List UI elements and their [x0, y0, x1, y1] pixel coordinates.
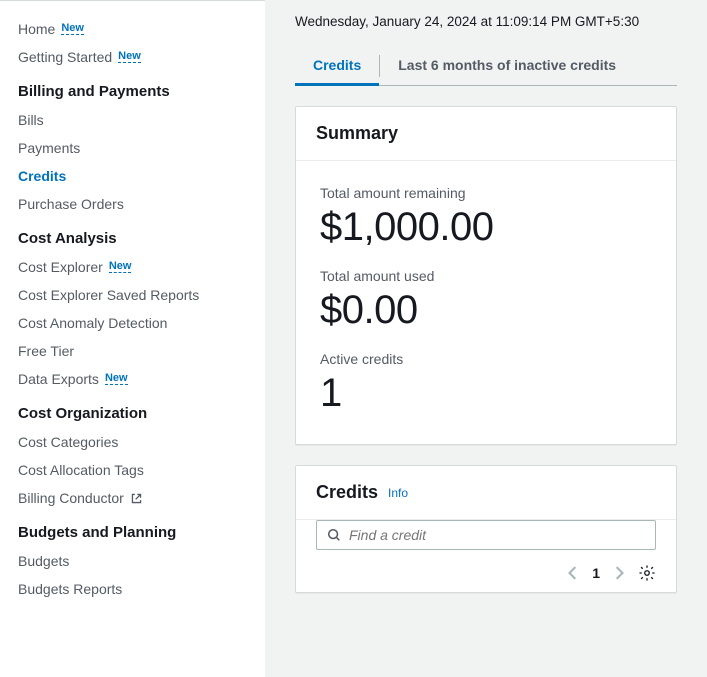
tab-credits[interactable]: Credits — [295, 47, 379, 85]
sidebar-item-payments[interactable]: Payments — [18, 134, 247, 162]
sidebar-item-cost-allocation-tags[interactable]: Cost Allocation Tags — [18, 456, 247, 484]
sidebar-item-label: Free Tier — [18, 343, 74, 359]
summary-body: Total amount remaining $1,000.00 Total a… — [296, 161, 676, 444]
sidebar-item-label: Budgets Reports — [18, 581, 122, 597]
sidebar-item-label: Home — [18, 21, 55, 37]
sidebar-item-home[interactable]: Home New — [18, 15, 247, 43]
sidebar-item-label: Cost Explorer Saved Reports — [18, 287, 199, 303]
used-label: Total amount used — [320, 268, 652, 284]
sidebar-item-budgets-reports[interactable]: Budgets Reports — [18, 575, 247, 603]
credits-search[interactable] — [316, 520, 656, 550]
gear-icon — [638, 564, 656, 582]
sidebar-item-billing-conductor[interactable]: Billing Conductor — [18, 484, 247, 512]
credits-card: Credits Info 1 — [295, 465, 677, 593]
tab-inactive-credits[interactable]: Last 6 months of inactive credits — [380, 47, 634, 85]
sidebar-item-bills[interactable]: Bills — [18, 106, 247, 134]
sidebar-section-budgets: Budgets and Planning — [18, 512, 247, 547]
sidebar-item-label: Cost Categories — [18, 434, 118, 450]
sidebar-item-label: Bills — [18, 112, 44, 128]
next-page-icon[interactable] — [614, 566, 624, 580]
sidebar-item-free-tier[interactable]: Free Tier — [18, 337, 247, 365]
summary-title: Summary — [296, 107, 676, 161]
settings-button[interactable] — [638, 564, 656, 582]
sidebar-item-label: Cost Allocation Tags — [18, 462, 144, 478]
sidebar-item-label: Getting Started — [18, 49, 112, 65]
sidebar-item-getting-started[interactable]: Getting Started New — [18, 43, 247, 71]
sidebar-item-budgets[interactable]: Budgets — [18, 547, 247, 575]
sidebar-item-credits[interactable]: Credits — [18, 162, 247, 190]
page-timestamp: Wednesday, January 24, 2024 at 11:09:14 … — [283, 0, 689, 47]
sidebar: Home New Getting Started New Billing and… — [0, 0, 265, 677]
sidebar-item-label: Billing Conductor — [18, 490, 124, 506]
sidebar-item-label: Credits — [18, 168, 66, 184]
sidebar-item-label: Payments — [18, 140, 80, 156]
credits-title: Credits — [316, 482, 378, 503]
external-link-icon — [130, 492, 143, 505]
sidebar-item-cost-explorer[interactable]: Cost Explorer New — [18, 253, 247, 281]
info-link[interactable]: Info — [388, 486, 408, 500]
credits-search-input[interactable] — [349, 527, 645, 543]
prev-page-icon[interactable] — [568, 566, 578, 580]
sidebar-section-cost-org: Cost Organization — [18, 393, 247, 428]
page-number: 1 — [592, 565, 600, 581]
sidebar-item-cost-explorer-saved[interactable]: Cost Explorer Saved Reports — [18, 281, 247, 309]
search-icon — [327, 528, 341, 542]
sidebar-item-label: Cost Explorer — [18, 259, 103, 275]
active-label: Active credits — [320, 351, 652, 367]
new-badge: New — [109, 261, 132, 273]
sidebar-item-purchase-orders[interactable]: Purchase Orders — [18, 190, 247, 218]
pager: 1 — [296, 550, 676, 592]
sidebar-item-label: Cost Anomaly Detection — [18, 315, 167, 331]
sidebar-item-cost-categories[interactable]: Cost Categories — [18, 428, 247, 456]
used-value: $0.00 — [320, 288, 652, 333]
sidebar-item-label: Budgets — [18, 553, 69, 569]
summary-card: Summary Total amount remaining $1,000.00… — [295, 106, 677, 445]
sidebar-item-data-exports[interactable]: Data Exports New — [18, 365, 247, 393]
new-badge: New — [105, 373, 128, 385]
tabs: Credits Last 6 months of inactive credit… — [295, 47, 677, 86]
credits-header: Credits Info — [296, 466, 676, 520]
remaining-label: Total amount remaining — [320, 185, 652, 201]
new-badge: New — [118, 51, 141, 63]
sidebar-item-label: Data Exports — [18, 371, 99, 387]
sidebar-section-billing: Billing and Payments — [18, 71, 247, 106]
main-content: Wednesday, January 24, 2024 at 11:09:14 … — [265, 0, 707, 677]
sidebar-section-cost-analysis: Cost Analysis — [18, 218, 247, 253]
sidebar-item-label: Purchase Orders — [18, 196, 124, 212]
active-value: 1 — [320, 371, 652, 416]
new-badge: New — [61, 23, 84, 35]
sidebar-item-cost-anomaly[interactable]: Cost Anomaly Detection — [18, 309, 247, 337]
remaining-value: $1,000.00 — [320, 205, 652, 250]
